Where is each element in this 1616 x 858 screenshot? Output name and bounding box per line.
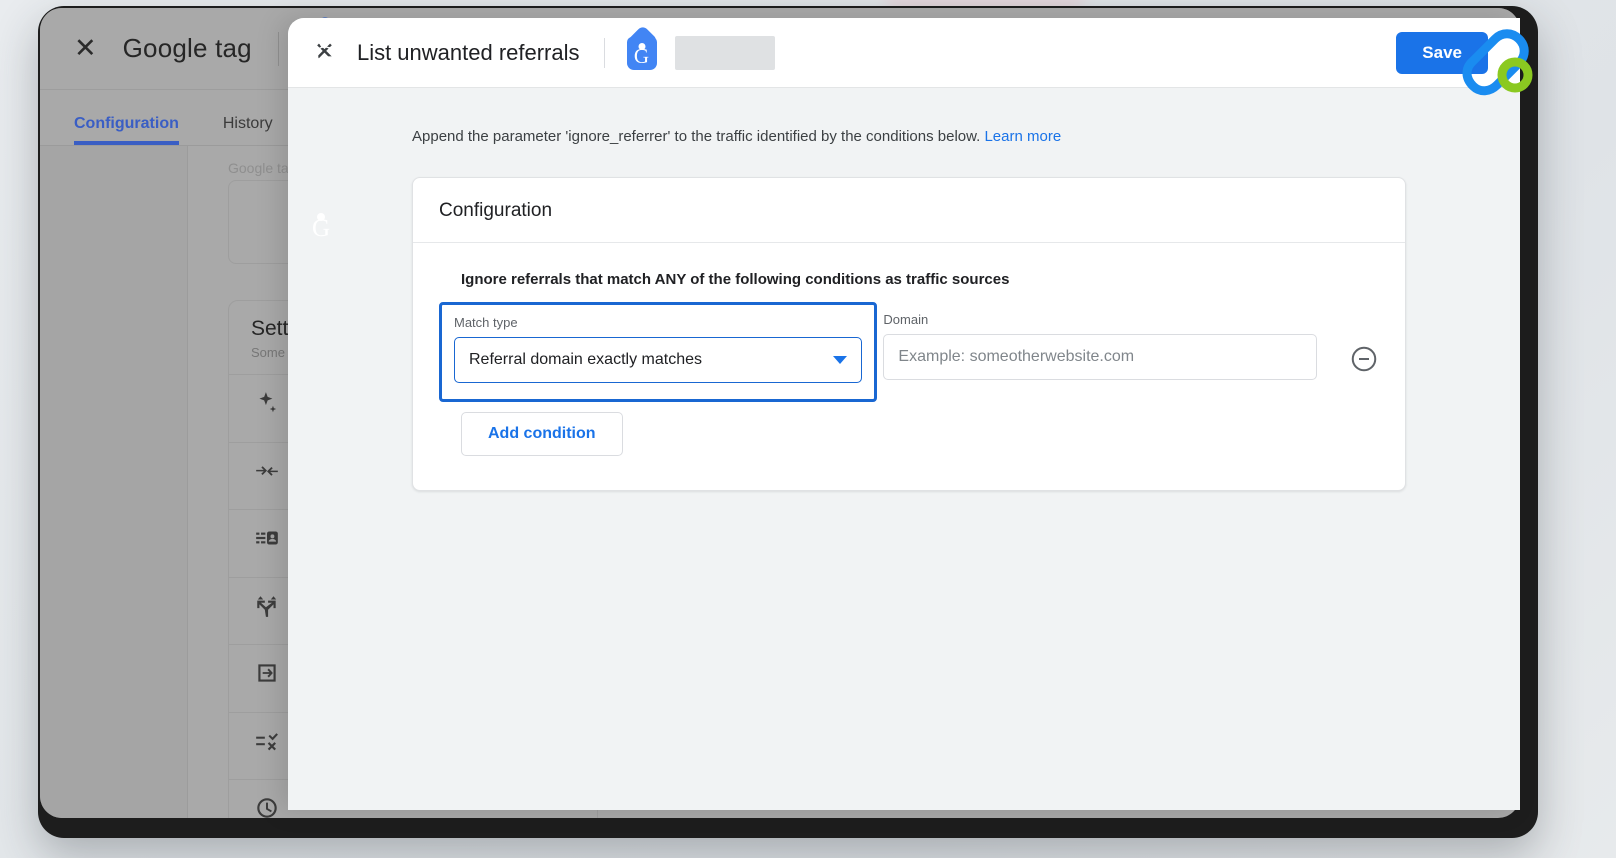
page-title: List unwanted referrals [356, 39, 580, 65]
filter-list-icon [253, 727, 281, 755]
divider [603, 37, 605, 68]
domain-field-block: Domain [883, 302, 1317, 380]
configuration-title: Configuration [439, 200, 553, 221]
conditions-heading: Ignore referrals that match ANY of the f… [461, 271, 1010, 288]
match-type-label: Match type [454, 315, 518, 330]
append-note-text: Append the parameter 'ignore_referrer' t… [412, 128, 985, 145]
domain-input[interactable] [883, 334, 1317, 380]
add-condition-button[interactable]: Add condition [461, 412, 623, 456]
login-arrow-icon [253, 659, 281, 687]
configuration-card-header: Configuration [413, 178, 1405, 243]
modal-body: Append the parameter 'ignore_referrer' t… [288, 88, 1520, 810]
domain-label: Domain [883, 312, 929, 327]
close-icon[interactable]: ✕ [74, 35, 97, 62]
clock-icon [253, 794, 281, 818]
tab-history[interactable]: History [223, 115, 273, 145]
modal-header: ✕ List unwanted referrals G Save [288, 18, 1520, 88]
save-button[interactable]: Save [1396, 31, 1488, 74]
configuration-card-body: Ignore referrals that match ANY of the f… [413, 243, 1405, 490]
branch-icon [253, 592, 281, 620]
append-parameter-note: Append the parameter 'ignore_referrer' t… [412, 128, 1520, 145]
setting-desc: Set [297, 815, 330, 818]
remove-circle-icon[interactable] [1349, 344, 1379, 374]
chevron-down-icon [833, 356, 848, 364]
collapse-arrows-icon [253, 457, 281, 485]
match-type-value: Referral domain exactly matches [469, 351, 702, 368]
list-unwanted-referrals-modal: ✕ List unwanted referrals G Save Append … [288, 18, 1520, 810]
page-root: ✕ Google tag G Configuration History Goo… [0, 0, 1616, 858]
google-tag-logo: G [626, 30, 661, 76]
configuration-card: Configuration Ignore referrals that matc… [412, 177, 1406, 491]
match-type-highlight-box: Match type Referral domain exactly match… [439, 302, 878, 402]
condition-row: Match type Referral domain exactly match… [439, 302, 1379, 402]
match-type-select[interactable]: Referral domain exactly matches [454, 337, 863, 383]
learn-more-link[interactable]: Learn more [984, 128, 1061, 145]
divider [277, 31, 279, 66]
masked-account-id [674, 35, 775, 70]
tab-configuration[interactable]: Configuration [74, 115, 179, 145]
background-app-title: Google tag [122, 33, 252, 63]
background-left-rail [40, 146, 188, 818]
sparkle-icon [253, 389, 281, 417]
list-card-icon [253, 524, 281, 552]
